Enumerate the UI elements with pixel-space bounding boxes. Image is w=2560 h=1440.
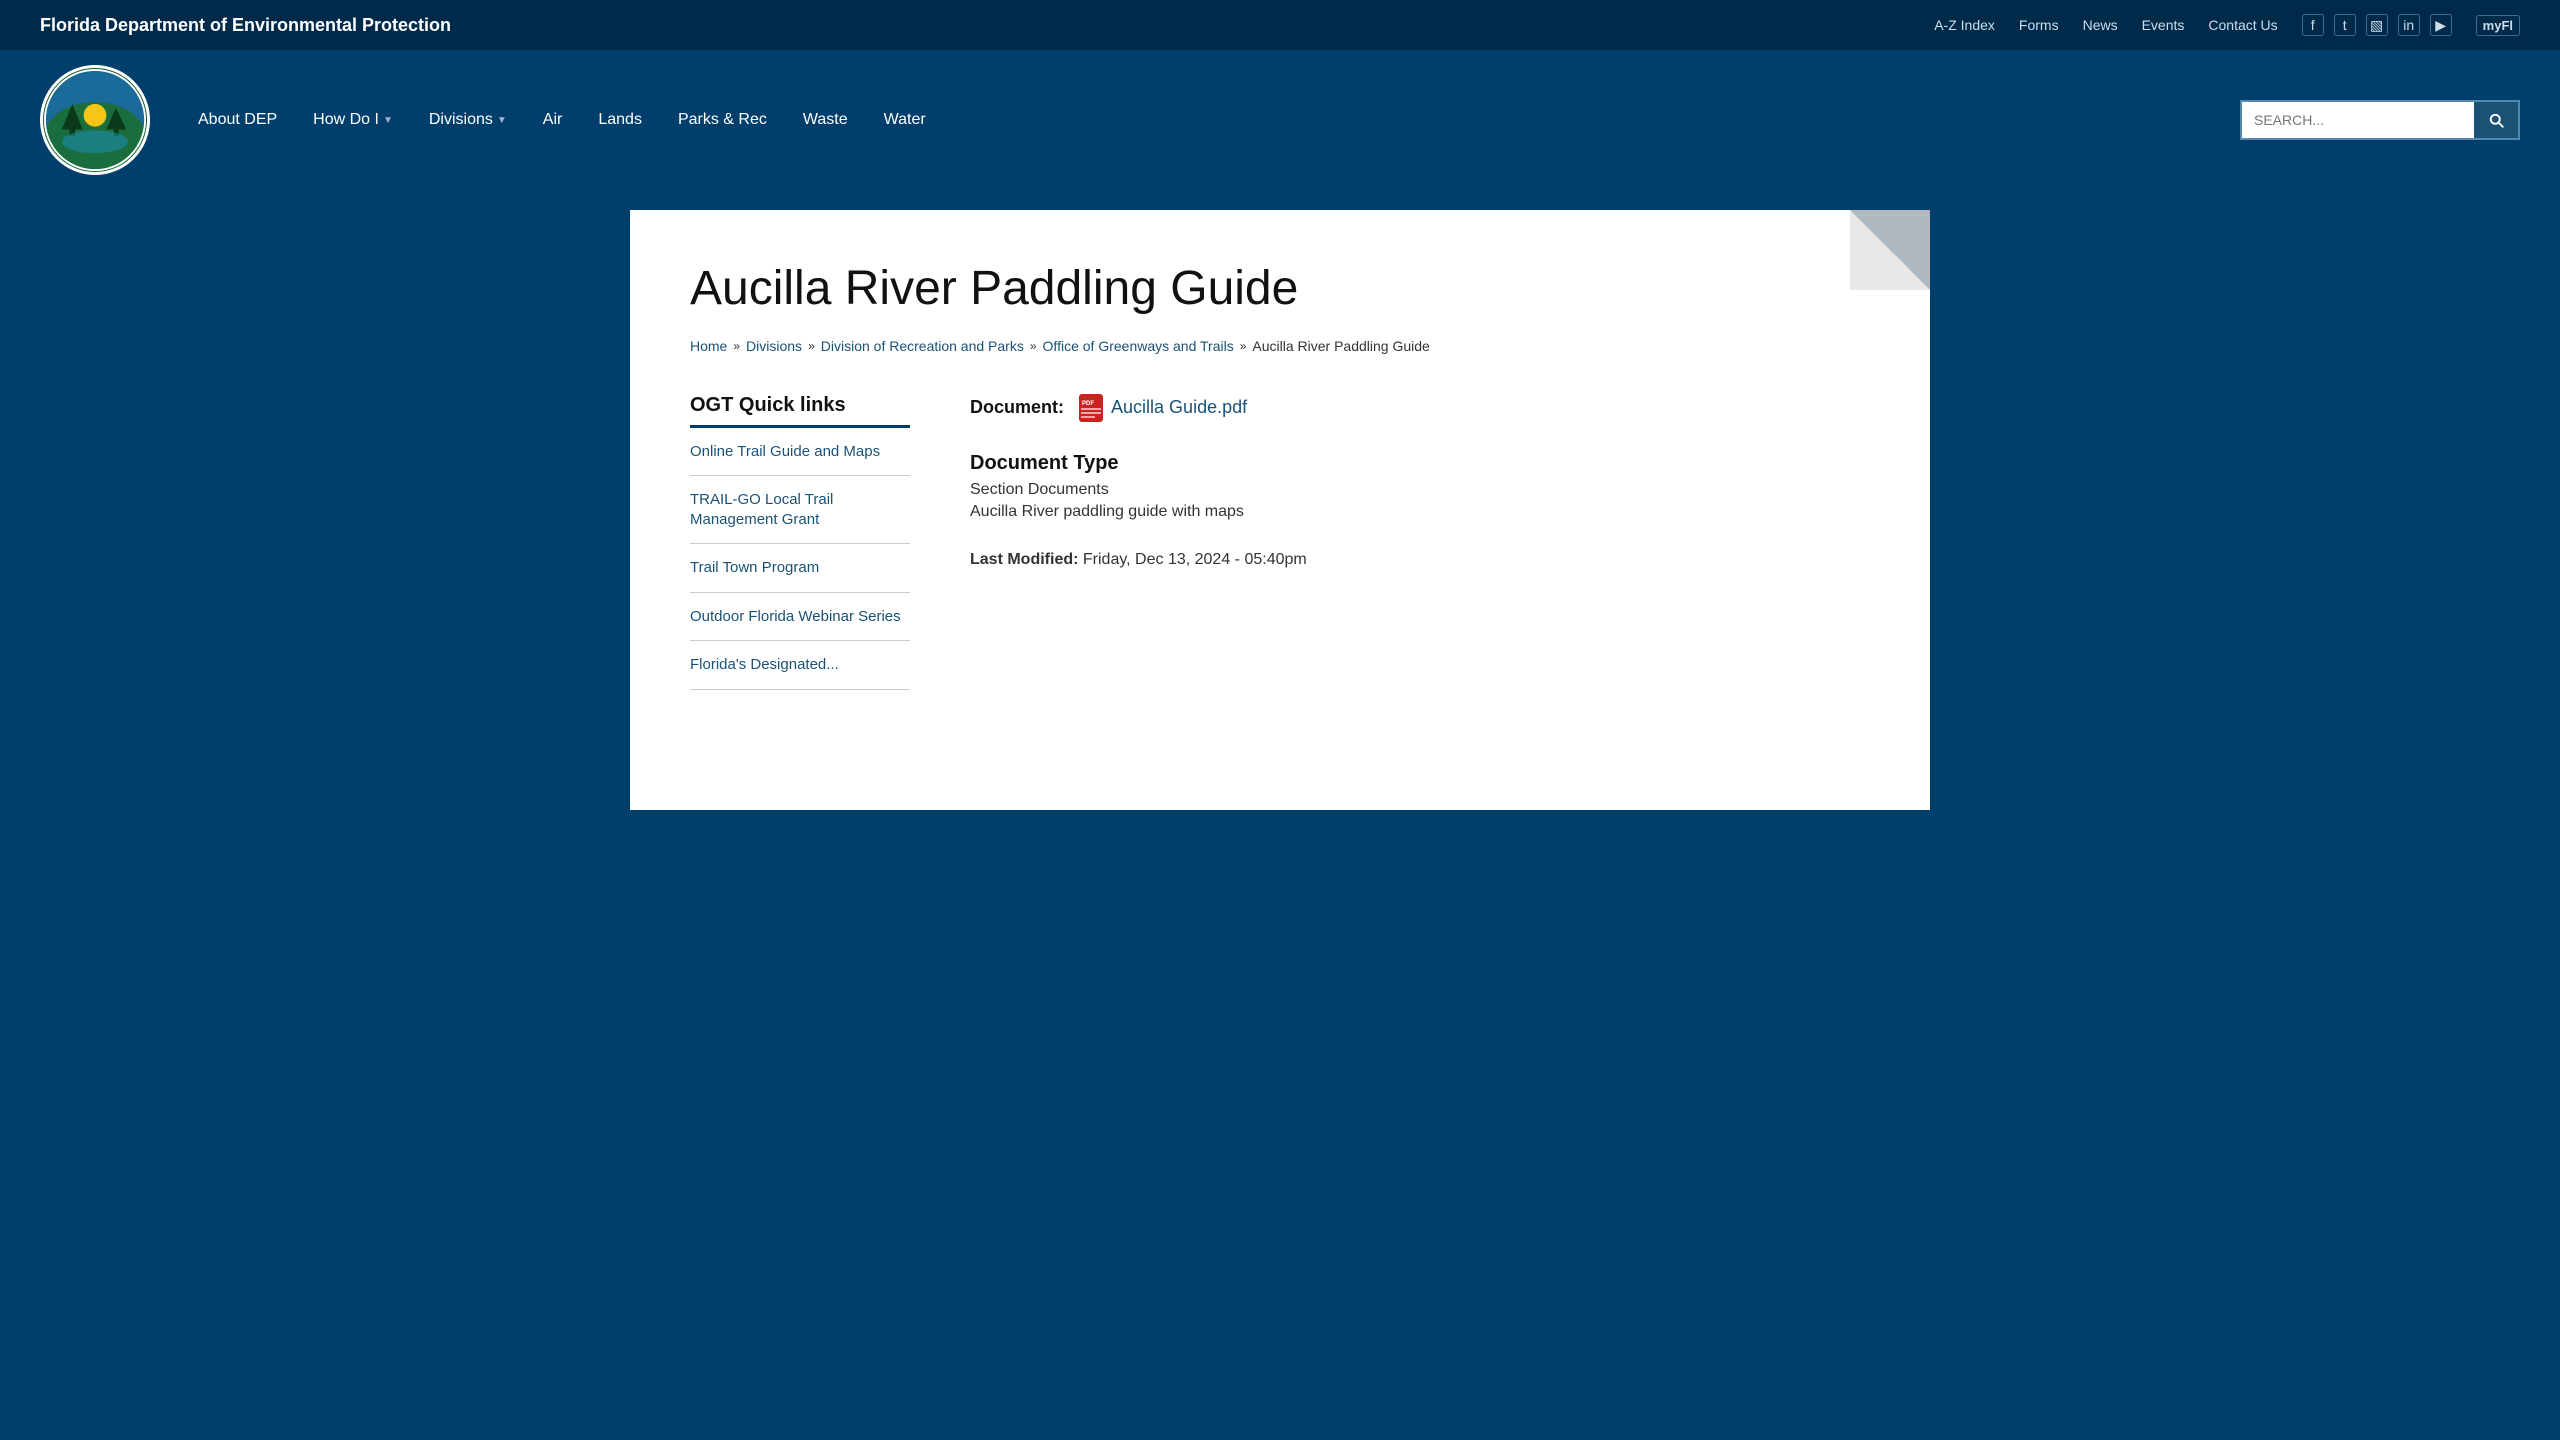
- how-do-i-arrow: ▼: [383, 115, 393, 126]
- myflorida-logo[interactable]: myFl: [2476, 15, 2520, 36]
- main-content: Document: PDF Aucilla Guide.pdf: [970, 394, 1870, 690]
- sidebar-item-online-trail-guide[interactable]: Online Trail Guide and Maps: [690, 428, 910, 476]
- nav-parks-rec[interactable]: Parks & Rec: [660, 103, 785, 137]
- nav-water[interactable]: Water: [866, 103, 944, 137]
- document-type-section: Document Type Section Documents Aucilla …: [970, 452, 1870, 521]
- youtube-icon[interactable]: ▶: [2430, 14, 2452, 36]
- nav-how-do-i[interactable]: How Do I ▼: [295, 103, 411, 137]
- sidebar-title: OGT Quick links: [690, 394, 910, 428]
- top-bar: Florida Department of Environmental Prot…: [0, 0, 2560, 50]
- instagram-icon[interactable]: ▧: [2366, 14, 2388, 36]
- breadcrumb-divisions[interactable]: Divisions: [746, 338, 802, 354]
- two-col-layout: OGT Quick links Online Trail Guide and M…: [690, 394, 1870, 690]
- logo-svg: [43, 68, 147, 172]
- document-type-label: Document Type: [970, 452, 1870, 475]
- top-bar-right: A-Z Index Forms News Events Contact Us f…: [1934, 14, 2520, 36]
- breadcrumb-sep-3: »: [1030, 339, 1037, 353]
- document-label: Document:: [970, 396, 1064, 416]
- list-item: Outdoor Florida Webinar Series: [690, 593, 910, 642]
- page-title: Aucilla River Paddling Guide: [690, 260, 1870, 318]
- social-icons: f t ▧ in ▶: [2302, 14, 2452, 36]
- nav-az-index[interactable]: A-Z Index: [1934, 17, 1995, 33]
- list-item: Online Trail Guide and Maps: [690, 428, 910, 477]
- breadcrumb-sep-4: »: [1240, 339, 1247, 353]
- site-title: Florida Department of Environmental Prot…: [40, 15, 451, 36]
- list-item: TRAIL-GO Local Trail Management Grant: [690, 476, 910, 544]
- search-button[interactable]: [2474, 102, 2518, 138]
- dep-logo: [40, 65, 150, 175]
- sidebar-item-outdoor-webinar[interactable]: Outdoor Florida Webinar Series: [690, 593, 910, 641]
- nav-events[interactable]: Events: [2142, 17, 2185, 33]
- last-modified-label: Last Modified:: [970, 551, 1078, 568]
- document-label-row: Document: PDF Aucilla Guide.pdf: [970, 394, 1870, 422]
- nav-news[interactable]: News: [2083, 17, 2118, 33]
- breadcrumb: Home » Divisions » Division of Recreatio…: [690, 338, 1870, 354]
- search-container: [2240, 100, 2520, 140]
- nav-air[interactable]: Air: [525, 103, 581, 137]
- breadcrumb-home[interactable]: Home: [690, 338, 727, 354]
- nav-forms[interactable]: Forms: [2019, 17, 2059, 33]
- sidebar-item-trail-go[interactable]: TRAIL-GO Local Trail Management Grant: [690, 476, 910, 543]
- divisions-arrow: ▼: [497, 115, 507, 126]
- document-description: Aucilla River paddling guide with maps: [970, 503, 1870, 521]
- sidebar-item-floridas-designated[interactable]: Florida's Designated...: [690, 641, 910, 689]
- sidebar: OGT Quick links Online Trail Guide and M…: [690, 394, 910, 690]
- facebook-icon[interactable]: f: [2302, 14, 2324, 36]
- breadcrumb-sep-1: »: [733, 339, 740, 353]
- page-wrapper: Aucilla River Paddling Guide Home » Divi…: [0, 190, 2560, 810]
- svg-text:PDF: PDF: [1082, 401, 1094, 407]
- content-card: Aucilla River Paddling Guide Home » Divi…: [630, 210, 1930, 810]
- breadcrumb-sep-2: »: [808, 339, 815, 353]
- twitter-icon[interactable]: t: [2334, 14, 2356, 36]
- sidebar-nav: Online Trail Guide and Maps TRAIL-GO Loc…: [690, 428, 910, 690]
- linkedin-icon[interactable]: in: [2398, 14, 2420, 36]
- last-modified-value: Friday, Dec 13, 2024 - 05:40pm: [1083, 551, 1307, 568]
- search-input[interactable]: [2242, 102, 2474, 138]
- nav-waste[interactable]: Waste: [785, 103, 866, 137]
- nav-contact-us[interactable]: Contact Us: [2208, 17, 2277, 33]
- pdf-svg-icon: PDF: [1079, 394, 1103, 422]
- list-item: Florida's Designated...: [690, 641, 910, 690]
- main-header: About DEP How Do I ▼ Divisions ▼ Air Lan…: [0, 50, 2560, 190]
- document-type-value: Section Documents: [970, 481, 1870, 499]
- nav-lands[interactable]: Lands: [580, 103, 660, 137]
- pdf-icon: PDF: [1079, 394, 1103, 422]
- last-modified: Last Modified: Friday, Dec 13, 2024 - 05…: [970, 551, 1870, 569]
- logo-container: [40, 65, 150, 175]
- nav-about-dep[interactable]: About DEP: [180, 103, 295, 137]
- document-file-link[interactable]: Aucilla Guide.pdf: [1111, 396, 1247, 416]
- sidebar-item-trail-town[interactable]: Trail Town Program: [690, 544, 910, 592]
- breadcrumb-current: Aucilla River Paddling Guide: [1252, 338, 1429, 354]
- search-box: [2240, 100, 2520, 140]
- list-item: Trail Town Program: [690, 544, 910, 593]
- breadcrumb-division-of-recreation[interactable]: Division of Recreation and Parks: [821, 338, 1024, 354]
- top-bar-nav: A-Z Index Forms News Events Contact Us: [1934, 17, 2277, 33]
- main-nav: About DEP How Do I ▼ Divisions ▼ Air Lan…: [180, 103, 2240, 137]
- breadcrumb-office-of-greenways[interactable]: Office of Greenways and Trails: [1043, 338, 1234, 354]
- nav-divisions[interactable]: Divisions ▼: [411, 103, 525, 137]
- search-icon: [2487, 111, 2505, 129]
